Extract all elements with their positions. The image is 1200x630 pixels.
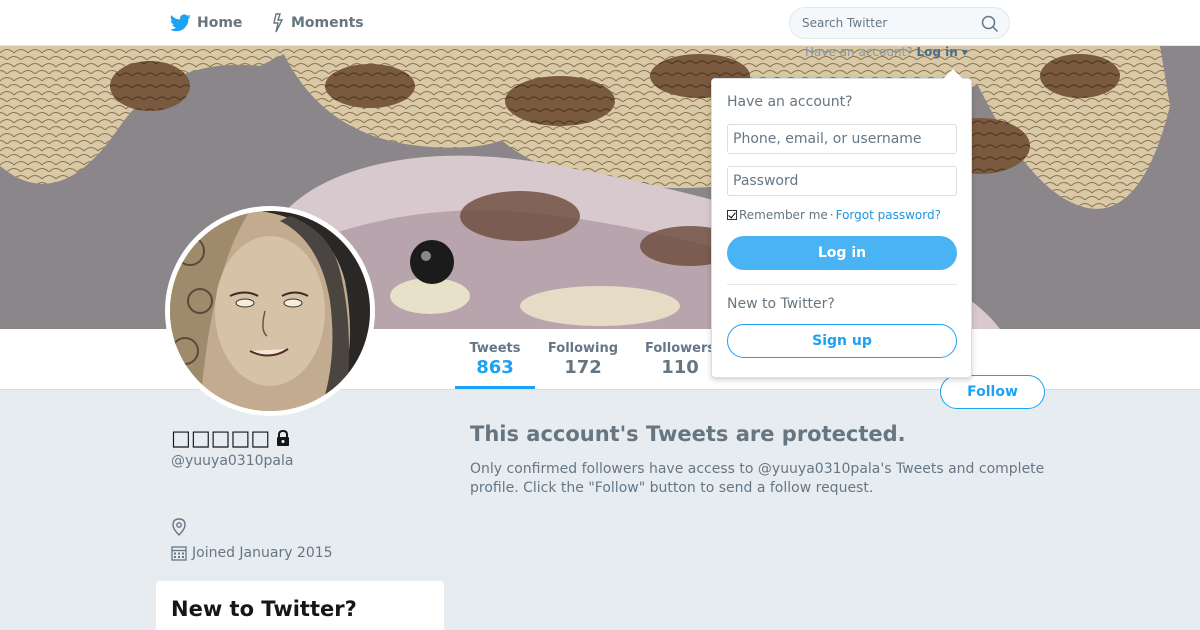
nav-moments-label: Moments: [291, 15, 364, 31]
lock-icon: [277, 429, 290, 446]
login-caret-icon[interactable]: ▾: [962, 45, 968, 59]
password-field[interactable]: Password: [727, 166, 957, 196]
search-input[interactable]: Search Twitter: [789, 7, 1010, 39]
screen-name[interactable]: @yuuya0310pala: [171, 453, 293, 469]
lightning-icon: [273, 13, 284, 33]
profile-display-name: □□□□□: [171, 426, 271, 450]
protected-title: This account's Tweets are protected.: [470, 422, 906, 446]
profile-name: □□□□□: [171, 426, 292, 450]
login-dropdown: Have an account? Phone, email, or userna…: [711, 78, 972, 378]
tweets-label: Tweets: [469, 341, 521, 356]
username-field[interactable]: Phone, email, or username: [727, 124, 957, 154]
stat-following[interactable]: Following 172: [545, 341, 621, 378]
new-to-twitter-card: New to Twitter?: [156, 581, 444, 630]
tweets-count: 863: [476, 357, 514, 378]
joined-label: Joined January 2015: [192, 545, 333, 561]
top-navigation-bar: Home Moments Search Twitter: [0, 0, 1200, 46]
remember-me-label[interactable]: Remember me: [739, 208, 828, 222]
stat-followers[interactable]: Followers 110: [645, 341, 715, 378]
login-hint: Have an account? Log in ▾: [805, 45, 968, 59]
separator-dot: ·: [829, 208, 834, 222]
location-icon: [172, 518, 186, 536]
forgot-password-link[interactable]: Forgot password?: [836, 208, 941, 222]
follow-button[interactable]: Follow: [940, 375, 1045, 409]
login-hint-text: Have an account?: [805, 45, 913, 59]
new-card-title: New to Twitter?: [171, 597, 357, 621]
login-link[interactable]: Log in: [916, 45, 957, 59]
dropdown-divider: [727, 284, 957, 285]
following-label: Following: [547, 341, 619, 356]
remember-me-checkbox[interactable]: [727, 210, 737, 220]
remember-me-row: Remember me · Forgot password?: [727, 208, 941, 222]
calendar-icon: [171, 546, 187, 561]
nav-home[interactable]: Home: [170, 12, 242, 34]
followers-label: Followers: [645, 341, 716, 356]
followers-count: 110: [661, 357, 699, 378]
login-button[interactable]: Log in: [727, 236, 957, 270]
signup-button[interactable]: Sign up: [727, 324, 957, 358]
new-to-twitter-heading: New to Twitter?: [727, 296, 835, 312]
nav-home-label: Home: [197, 15, 243, 31]
stat-tweets[interactable]: Tweets 863: [455, 341, 535, 389]
nav-moments[interactable]: Moments: [271, 12, 364, 34]
joined-date: Joined January 2015: [171, 545, 333, 561]
search-placeholder: Search Twitter: [802, 16, 888, 30]
dropdown-heading: Have an account?: [727, 94, 853, 110]
following-count: 172: [564, 357, 602, 378]
twitter-bird-icon: [170, 14, 191, 32]
avatar[interactable]: [165, 206, 375, 416]
search-icon[interactable]: [981, 15, 999, 33]
dropdown-caret: [943, 69, 963, 79]
protected-description: Only confirmed followers have access to …: [470, 461, 1045, 496]
